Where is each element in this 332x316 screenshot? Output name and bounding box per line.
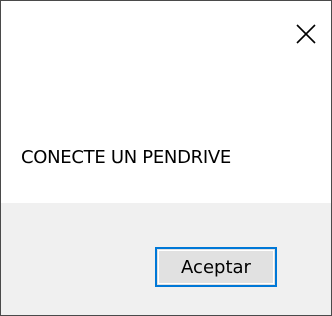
close-button[interactable] [291, 19, 321, 49]
dialog-message: CONECTE UN PENDRIVE [21, 147, 231, 168]
dialog-footer: Aceptar [1, 203, 331, 315]
close-icon [295, 23, 317, 45]
accept-button[interactable]: Aceptar [155, 247, 277, 287]
message-dialog: CONECTE UN PENDRIVE Aceptar [0, 0, 332, 316]
